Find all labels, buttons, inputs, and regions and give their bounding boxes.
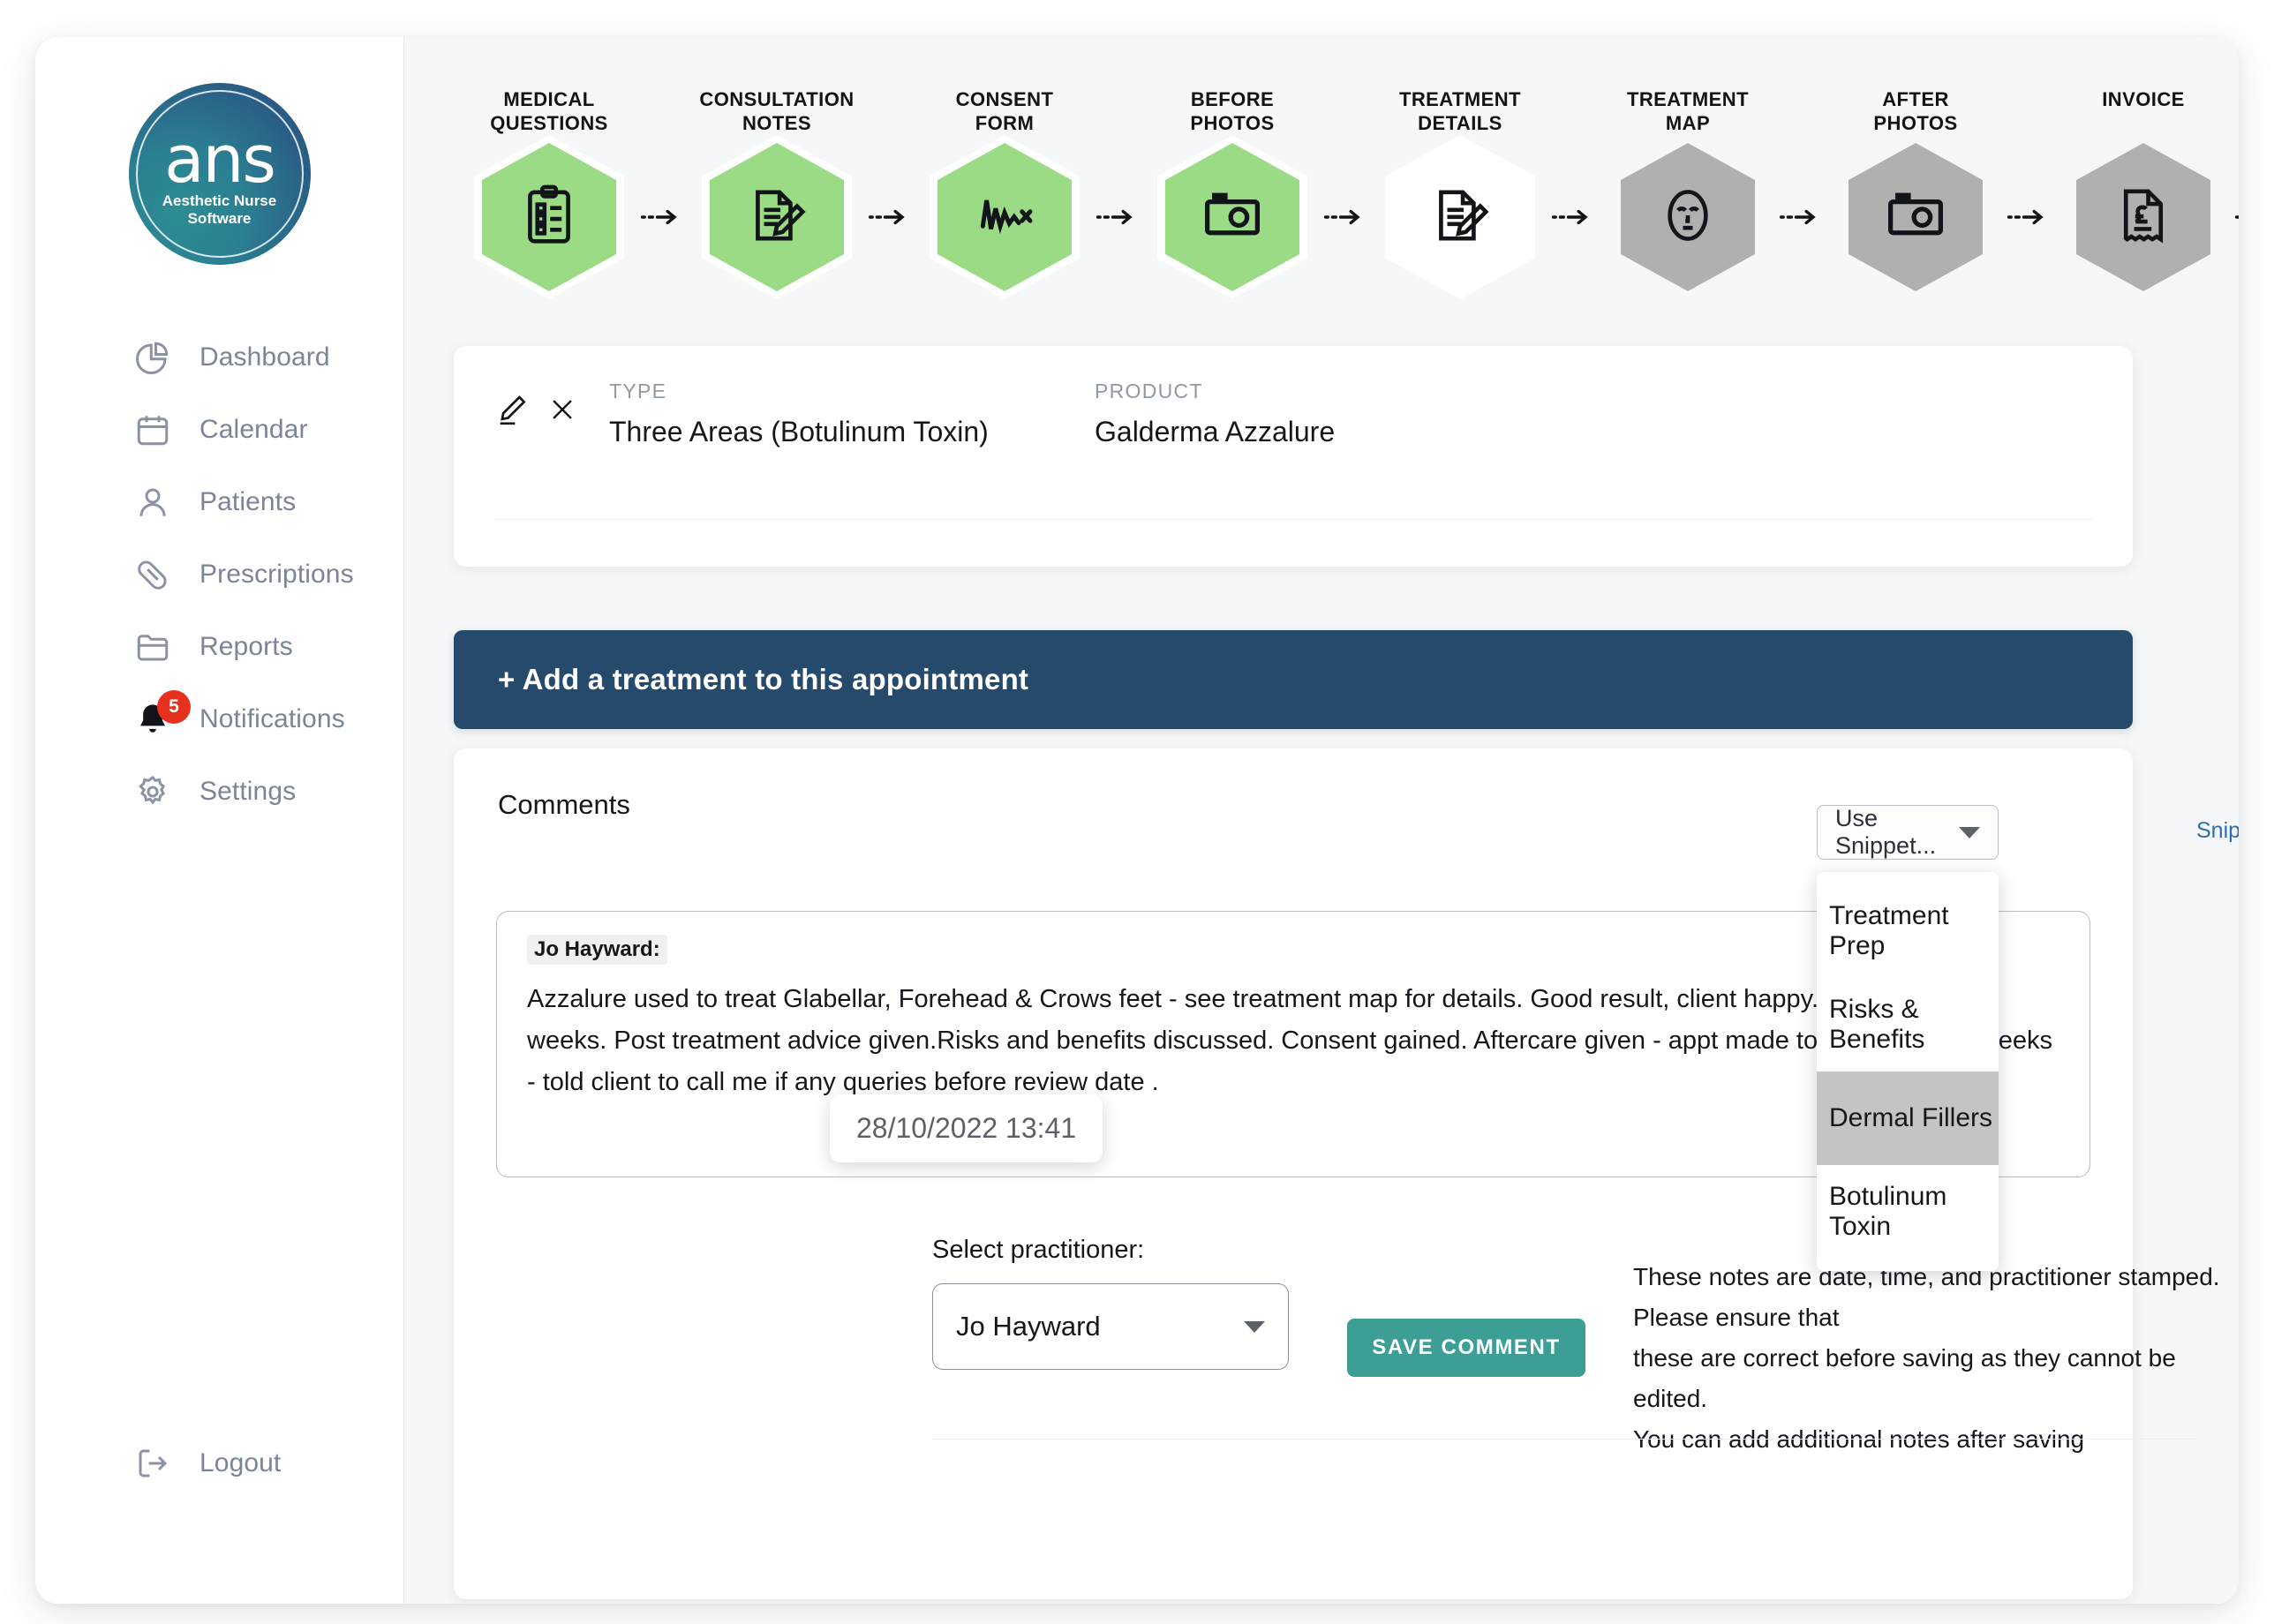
app-window: ans Aesthetic Nurse Software Dashboard Ca… xyxy=(35,37,2239,1604)
folder-icon xyxy=(132,627,173,667)
logo-subtitle: Aesthetic Nurse Software xyxy=(162,192,277,227)
step-title: INVOICE xyxy=(2102,88,2185,110)
snippet-hint: Snippets can be edited in Settings xyxy=(2196,818,2239,844)
snippets-link[interactable]: Snippets xyxy=(2196,818,2239,843)
snippet-select[interactable]: Use Snippet... xyxy=(1817,805,1999,860)
sidebar-item-label: Notifications xyxy=(200,704,345,733)
camera-icon xyxy=(1200,183,1265,252)
step-title: CONSULTATION NOTES xyxy=(699,88,855,134)
step-arrow-icon xyxy=(863,143,918,291)
workflow-step-treatment-details[interactable]: TREATMENT DETAILS xyxy=(1374,88,1547,299)
step-title: AFTER PHOTOS xyxy=(1873,88,1958,134)
notes-help-text: These notes are date, time, and practiti… xyxy=(1633,1263,2220,1453)
step-title: MEDICAL QUESTIONS xyxy=(490,88,608,134)
step-arrow-icon xyxy=(2230,143,2239,291)
snippet-dropdown-menu[interactable]: Treatment Prep Risks & Benefits Dermal F… xyxy=(1817,872,1999,1271)
chevron-down-icon xyxy=(1959,826,1980,838)
calendar-icon xyxy=(132,410,173,450)
save-comment-button[interactable]: SAVE COMMENT xyxy=(1347,1319,1585,1377)
treatment-product-value: Galderma Azzalure xyxy=(1095,416,1336,447)
workflow-step-consultation-notes[interactable]: CONSULTATION NOTES xyxy=(690,88,863,299)
camera-icon xyxy=(1883,183,1948,252)
sidebar-item-calendar[interactable]: Calendar xyxy=(35,394,403,466)
clipboard-checklist-icon xyxy=(516,183,582,252)
pie-chart-icon xyxy=(132,337,173,378)
step-title: CONSENT FORM xyxy=(955,88,1054,134)
treatment-type-field: TYPE Three Areas (Botulinum Toxin) xyxy=(609,380,998,448)
gear-icon xyxy=(132,771,173,812)
sidebar-item-label: Logout xyxy=(200,1448,282,1477)
sidebar-item-dashboard[interactable]: Dashboard xyxy=(35,321,403,394)
snippet-option-risks-benefits[interactable]: Risks & Benefits xyxy=(1817,978,1999,1071)
logo-wordmark: ans xyxy=(164,121,276,198)
sidebar-item-logout[interactable]: Logout xyxy=(35,1427,403,1500)
step-title: BEFORE PHOTOS xyxy=(1190,88,1275,134)
treatment-product-field: PRODUCT Galderma Azzalure xyxy=(1095,380,1335,448)
pill-icon xyxy=(132,554,173,595)
receipt-pound-icon xyxy=(2111,183,2176,252)
add-treatment-button[interactable]: + Add a treatment to this appointment xyxy=(454,630,2133,729)
practitioner-label: Select practitioner: xyxy=(932,1236,1145,1264)
main-content: MEDICAL QUESTIONS CONSULTATION NOTES CON… xyxy=(404,37,2239,1604)
sidebar-item-label: Settings xyxy=(200,777,297,806)
sidebar: ans Aesthetic Nurse Software Dashboard Ca… xyxy=(35,37,404,1604)
document-pencil-icon xyxy=(744,183,809,252)
document-pencil-icon xyxy=(1427,183,1493,252)
step-arrow-icon xyxy=(1319,143,1374,291)
practitioner-value: Jo Hayward xyxy=(956,1311,1101,1342)
user-icon xyxy=(132,482,173,523)
comment-timestamp: 28/10/2022 13:41 xyxy=(830,1094,1103,1162)
practitioner-select[interactable]: Jo Hayward xyxy=(932,1283,1289,1370)
treatment-type-value: Three Areas (Botulinum Toxin) xyxy=(609,416,989,447)
notification-badge: 5 xyxy=(157,690,191,724)
card-divider xyxy=(494,519,2092,520)
treatment-card: TYPE Three Areas (Botulinum Toxin) PRODU… xyxy=(454,346,2133,567)
comment-author: Jo Hayward: xyxy=(527,935,667,965)
treatment-product-label: PRODUCT xyxy=(1095,380,1203,402)
workflow-step-invoice[interactable]: INVOICE xyxy=(2057,88,2230,291)
sidebar-item-settings[interactable]: Settings xyxy=(35,756,403,828)
step-arrow-icon xyxy=(2002,143,2057,291)
sidebar-item-patients[interactable]: Patients xyxy=(35,466,403,538)
sidebar-item-reports[interactable]: Reports xyxy=(35,611,403,683)
face-icon xyxy=(1655,183,1721,252)
step-arrow-icon xyxy=(1091,143,1146,291)
sidebar-item-label: Calendar xyxy=(200,415,308,444)
logout-icon xyxy=(132,1443,173,1484)
pencil-icon[interactable] xyxy=(494,392,530,432)
card-divider xyxy=(932,1439,2195,1440)
sidebar-item-label: Patients xyxy=(200,487,297,516)
step-arrow-icon xyxy=(1774,143,1829,291)
workflow-step-before-photos[interactable]: BEFORE PHOTOS xyxy=(1146,88,1319,299)
signature-icon xyxy=(972,183,1037,252)
snippet-select-value: Use Snippet... xyxy=(1835,805,1937,859)
snippet-option-treatment-prep[interactable]: Treatment Prep xyxy=(1817,884,1999,978)
workflow-step-treatment-map[interactable]: TREATMENT MAP xyxy=(1601,88,1774,291)
sidebar-item-prescriptions[interactable]: Prescriptions xyxy=(35,538,403,611)
comments-title: Comments xyxy=(498,789,630,820)
workflow-step-consent-form[interactable]: CONSENT FORM xyxy=(918,88,1091,299)
chevron-down-icon xyxy=(1244,1320,1265,1333)
snippet-option-dermal-fillers[interactable]: Dermal Fillers xyxy=(1817,1071,1999,1165)
workflow-step-medical-questions[interactable]: MEDICAL QUESTIONS xyxy=(463,88,636,299)
sidebar-item-notifications[interactable]: 5 Notifications xyxy=(35,683,403,756)
sidebar-item-label: Reports xyxy=(200,632,293,661)
workflow-stepper: MEDICAL QUESTIONS CONSULTATION NOTES CON… xyxy=(404,37,2239,328)
step-title: TREATMENT MAP xyxy=(1626,88,1750,134)
ans-logo: ans Aesthetic Nurse Software xyxy=(128,83,311,265)
snippet-option-botulinum-toxin[interactable]: Botulinum Toxin xyxy=(1817,1165,1999,1259)
sidebar-item-label: Dashboard xyxy=(200,342,330,372)
sidebar-item-label: Prescriptions xyxy=(200,560,354,589)
close-icon[interactable] xyxy=(547,395,577,429)
step-arrow-icon xyxy=(1547,143,1601,291)
step-arrow-icon xyxy=(636,143,690,291)
workflow-step-after-photos[interactable]: AFTER PHOTOS xyxy=(1829,88,2002,291)
treatment-type-label: TYPE xyxy=(609,380,667,402)
step-title: TREATMENT DETAILS xyxy=(1398,88,1522,134)
